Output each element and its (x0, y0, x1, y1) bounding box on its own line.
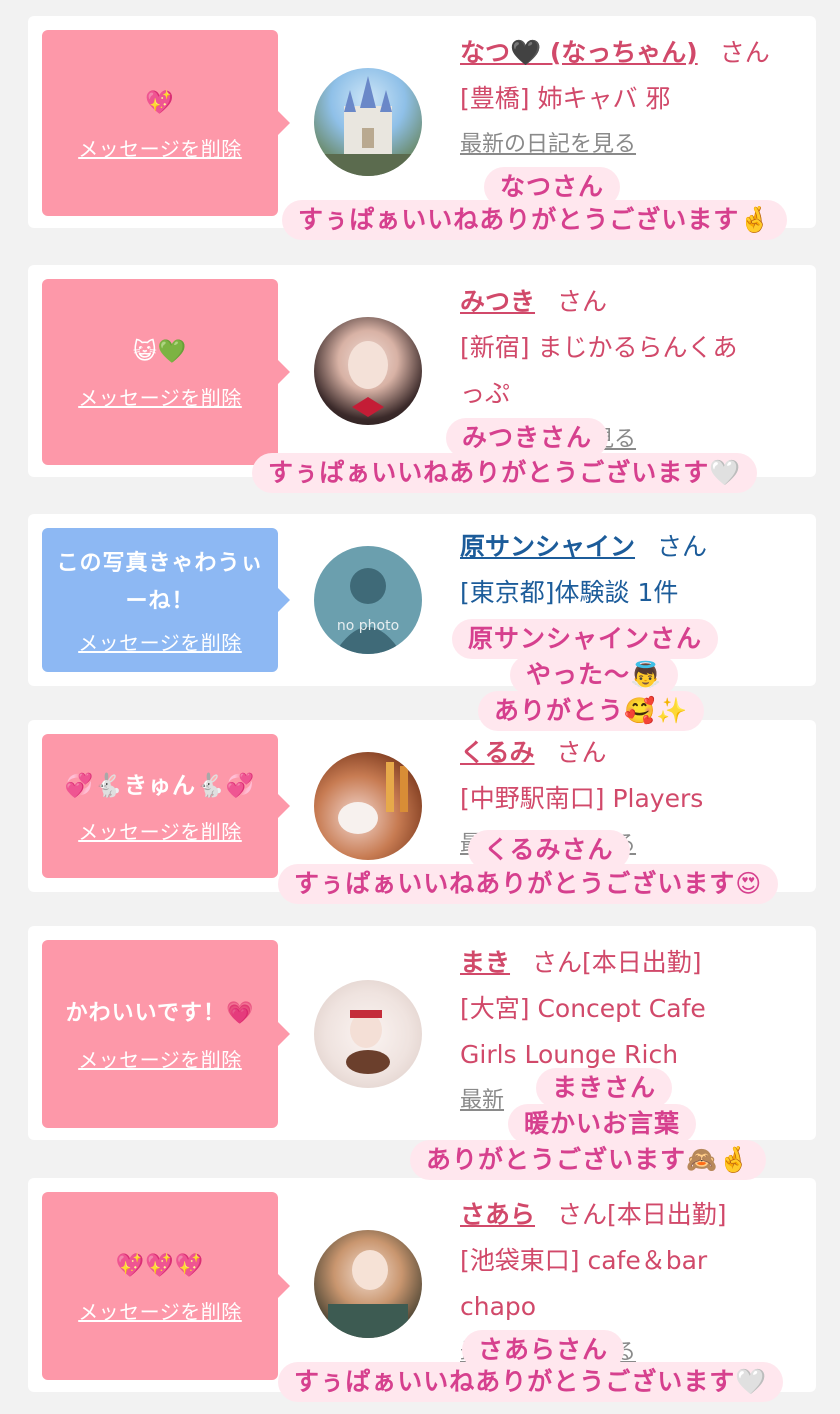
attendance-badge: [本日出勤] (582, 948, 702, 977)
message-text: 💞🐇きゅん🐇💞 (64, 772, 256, 799)
profile-info: なつ🖤 (なっちゃん) さん [豊橋] 姉キャバ 邪 最新の日記を見る (460, 30, 800, 168)
profile-name-link[interactable]: まき (460, 948, 510, 977)
attendance-badge: [本日出勤] (607, 1200, 727, 1229)
delete-message-link[interactable]: メッセージを削除 (78, 627, 242, 656)
message-bubble: この写真きゃわうぃーね！ メッセージを削除 (42, 528, 290, 672)
no-photo-placeholder (334, 568, 402, 654)
avatar[interactable] (314, 317, 422, 425)
overlay-caption: まきさん (536, 1068, 673, 1108)
area-text: [中野駅南口] Players (460, 784, 704, 813)
profile-name-link[interactable]: 原サンシャイン (460, 532, 635, 561)
overlay-caption: ありがとう🥰✨ (478, 691, 705, 731)
message-text: かわいいです！💗 (65, 1000, 255, 1026)
latest-diary-link[interactable]: 最新の日記を見る (460, 122, 800, 168)
message-bubble: 😺💚 メッセージを削除 (42, 279, 290, 465)
delete-message-link[interactable]: メッセージを削除 (78, 1044, 242, 1073)
message-card: 💖 メッセージを削除 なつ🖤 (なっちゃん) さん [豊橋] 姉キャバ 邪 最新の… (28, 16, 816, 228)
profile-info: 原サンシャイン さん [東京都]体験談 1件 (460, 524, 800, 616)
delete-message-link[interactable]: メッセージを削除 (78, 816, 242, 845)
avatar[interactable]: no photo (314, 546, 422, 654)
delete-message-link[interactable]: メッセージを削除 (78, 133, 242, 162)
avatar[interactable] (314, 68, 422, 176)
message-bubble: かわいいです！💗 メッセージを削除 (42, 940, 290, 1128)
delete-message-link[interactable]: メッセージを削除 (78, 1296, 242, 1325)
area-text: [東京都]体験談 1件 (460, 578, 679, 607)
message-text: 💖 (145, 89, 175, 116)
honorific: さん (556, 738, 607, 767)
castle-photo (314, 76, 422, 176)
delete-message-link[interactable]: メッセージを削除 (78, 382, 242, 411)
honorific: さん (557, 287, 608, 316)
message-card: 😺💚 メッセージを削除 みつきさん [新宿] まじかるらんくあ っぷ 最新の日記… (28, 265, 816, 477)
avatar[interactable] (314, 1230, 422, 1338)
overlay-caption: 暖かいお言葉 (508, 1104, 697, 1144)
profile-name-link[interactable]: みつき (460, 287, 535, 316)
message-card: かわいいです！💗 メッセージを削除 まき さん[本日出勤] [大宮] Concep… (28, 926, 816, 1140)
message-text: 😺💚 (132, 338, 188, 365)
profile-name-link[interactable]: さあら (460, 1200, 535, 1229)
profile-name-link[interactable]: くるみ (460, 738, 535, 767)
honorific: さん (532, 948, 583, 977)
honorific: さん (719, 38, 770, 67)
message-text: 💖💖💖 (115, 1252, 205, 1279)
area-text-cont: っぷ (460, 379, 511, 408)
profile-photo (328, 1250, 408, 1338)
message-bubble: 💖 メッセージを削除 (42, 30, 290, 216)
area-text: [大宮] Concept Cafe (460, 994, 706, 1023)
area-text: [新宿] まじかるらんくあ (460, 333, 738, 362)
overlay-caption: 原サンシャインさん (452, 619, 719, 659)
overlay-caption: やった〜👼 (510, 655, 679, 695)
no-photo-label: no photo (336, 618, 400, 634)
area-text: [豊橋] 姉キャバ 邪 (460, 84, 671, 113)
profile-photo (348, 341, 388, 417)
message-card: この写真きゃわうぃーね！ メッセージを削除 no photo 原サンシャイン さん… (28, 514, 816, 686)
message-bubble: 💖💖💖 メッセージを削除 (42, 1192, 290, 1380)
area-text-cont: chapo (460, 1292, 537, 1321)
profile-photo (338, 762, 408, 834)
message-text: この写真きゃわうぃーね！ (56, 550, 264, 614)
avatar[interactable] (314, 980, 422, 1088)
overlay-caption: すぅぱぁいいねありがとうございます😍 (278, 864, 779, 904)
area-text: [池袋東口] cafe＆bar (460, 1246, 708, 1275)
message-card: 💖💖💖 メッセージを削除 さあら さん[本日出勤] [池袋東口] cafe＆bar… (28, 1178, 816, 1392)
overlay-caption: すぅぱぁいいねありがとうございます🤍 (278, 1362, 784, 1402)
profile-photo (346, 1010, 390, 1074)
profile-name-link[interactable]: なつ🖤 (なっちゃん) (460, 38, 698, 67)
overlay-caption: ありがとうございます🙈🤞 (410, 1140, 767, 1180)
overlay-caption: みつきさん (446, 418, 609, 458)
message-bubble: 💞🐇きゅん🐇💞 メッセージを削除 (42, 734, 290, 878)
overlay-caption: すぅぱぁいいねありがとうございます🤞 (282, 200, 788, 240)
overlay-caption: すぅぱぁいいねありがとうございます🤍 (252, 453, 758, 493)
honorific: さん (657, 532, 708, 561)
avatar[interactable] (314, 752, 422, 860)
honorific: さん (557, 1200, 608, 1229)
